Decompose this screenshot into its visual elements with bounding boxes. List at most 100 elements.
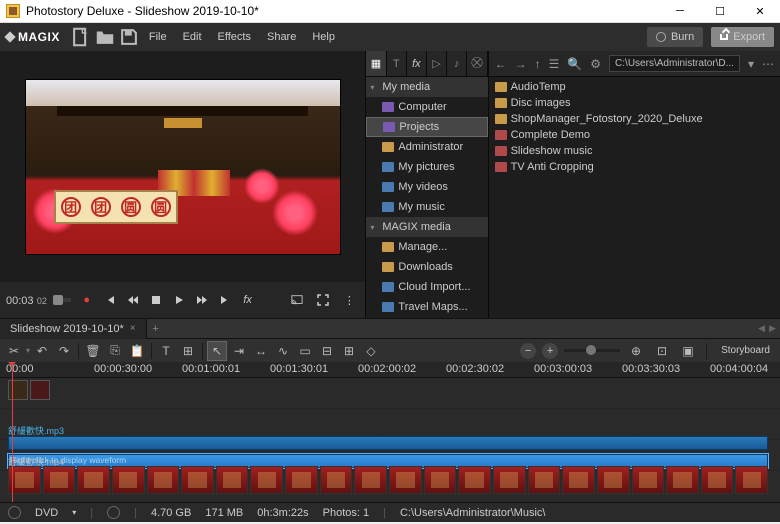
path-more-icon[interactable]: ⋯ xyxy=(762,57,774,71)
browser-item[interactable]: Slideshow music xyxy=(491,143,778,159)
forward-button[interactable] xyxy=(192,290,212,310)
cut-icon[interactable]: ✂ xyxy=(4,341,24,361)
tab-fx-icon[interactable]: fx xyxy=(407,51,427,76)
nav-up-icon[interactable]: ↑ xyxy=(535,57,541,71)
object-tool-icon[interactable]: ▭ xyxy=(295,341,315,361)
timeline-thumb[interactable] xyxy=(389,466,422,494)
new-icon[interactable] xyxy=(70,26,92,48)
tree-node[interactable]: Downloads xyxy=(366,257,487,277)
nav-fwd-icon[interactable]: → xyxy=(515,57,527,71)
timeline-thumb[interactable] xyxy=(493,466,526,494)
timeline-thumb[interactable] xyxy=(528,466,561,494)
zoom-slider[interactable] xyxy=(564,349,620,352)
play-button[interactable] xyxy=(169,290,189,310)
doc-tab[interactable]: Slideshow 2019-10-10*× xyxy=(0,319,147,339)
timeline-thumb[interactable] xyxy=(597,466,630,494)
timeline-thumb[interactable] xyxy=(354,466,387,494)
timeline-thumb[interactable] xyxy=(735,466,768,494)
timeline[interactable]: 00:0000:00:30:0000:01:00:0100:01:30:0100… xyxy=(0,362,780,502)
fx-button[interactable]: fx xyxy=(238,290,258,310)
redo-icon[interactable]: ↷ xyxy=(54,341,74,361)
settings-icon[interactable]: ⋮ xyxy=(339,290,359,310)
zoom-all-icon[interactable]: ▣ xyxy=(678,341,698,361)
minimize-button[interactable]: ─ xyxy=(660,0,700,23)
zoom-obj-icon[interactable]: ⊡ xyxy=(652,341,672,361)
tree-node[interactable]: Travel Maps... xyxy=(366,297,487,317)
stretch-tool-icon[interactable]: ↔ xyxy=(251,341,271,361)
tab-store-icon[interactable]: ⛒ xyxy=(467,51,487,76)
pointer-tool-icon[interactable]: ↖ xyxy=(207,341,227,361)
zoom-out-button[interactable]: − xyxy=(520,343,536,359)
timeline-thumb[interactable] xyxy=(181,466,214,494)
storyboard-toggle[interactable]: Storyboard xyxy=(721,345,770,356)
tree-node[interactable]: Cloud Import... xyxy=(366,277,487,297)
menu-edit[interactable]: Edit xyxy=(176,27,209,47)
menu-file[interactable]: File xyxy=(142,27,174,47)
status-quality-icon[interactable] xyxy=(107,506,120,519)
delete-icon[interactable]: 🗑 xyxy=(83,341,103,361)
tree-node[interactable]: Manage... xyxy=(366,237,487,257)
tree-node[interactable]: ▾My media xyxy=(366,77,487,97)
browser-item[interactable]: Complete Demo xyxy=(491,127,778,143)
tab-nav-next[interactable]: ▶ xyxy=(769,323,776,334)
skip-end-button[interactable] xyxy=(215,290,235,310)
ungroup-icon[interactable]: ⊞ xyxy=(339,341,359,361)
tree-node[interactable]: Administrator xyxy=(366,137,487,157)
clip-thumb[interactable] xyxy=(30,380,50,400)
view-options-icon[interactable]: ☰ xyxy=(549,57,560,71)
timeline-thumb[interactable] xyxy=(43,466,76,494)
timeline-thumb[interactable] xyxy=(77,466,110,494)
preview-monitor[interactable]: 团 团 圆 圆 xyxy=(25,79,341,255)
copy-icon[interactable]: ⎘ xyxy=(105,341,125,361)
browser-item[interactable]: Disc images xyxy=(491,95,778,111)
browser-item[interactable]: TV Anti Cropping xyxy=(491,159,778,175)
grid-tool-icon[interactable]: ⊞ xyxy=(178,341,198,361)
tree-node[interactable]: My videos xyxy=(366,177,487,197)
tab-nav-prev[interactable]: ◀ xyxy=(758,323,765,334)
track-thumbnails[interactable]: 舒緩歡快.mp4 xyxy=(0,466,780,496)
time-ruler[interactable]: 00:0000:00:30:0000:01:00:0100:01:30:0100… xyxy=(0,362,780,378)
search-icon[interactable]: 🔍 xyxy=(567,57,582,71)
timeline-thumb[interactable] xyxy=(701,466,734,494)
timeline-thumb[interactable] xyxy=(216,466,249,494)
timeline-thumb[interactable] xyxy=(250,466,283,494)
tab-title-icon[interactable]: T xyxy=(387,51,407,76)
fullscreen-icon[interactable] xyxy=(313,290,333,310)
close-button[interactable]: ✕ xyxy=(740,0,780,23)
tree-node[interactable]: Computer xyxy=(366,97,487,117)
range-tool-icon[interactable]: ⇥ xyxy=(229,341,249,361)
timeline-thumb[interactable] xyxy=(666,466,699,494)
timeline-thumb[interactable] xyxy=(632,466,665,494)
zoom-fit-icon[interactable]: ⊕ xyxy=(626,341,646,361)
timeline-thumb[interactable] xyxy=(112,466,145,494)
gear-icon[interactable]: ⚙ xyxy=(590,57,601,71)
zoom-in-button[interactable]: + xyxy=(542,343,558,359)
record-button[interactable]: ● xyxy=(77,290,97,310)
tree-node[interactable]: My pictures xyxy=(366,157,487,177)
timeline-thumb[interactable] xyxy=(147,466,180,494)
clip-thumb[interactable] xyxy=(8,380,28,400)
menu-share[interactable]: Share xyxy=(260,27,303,47)
menu-effects[interactable]: Effects xyxy=(211,27,258,47)
track-video-1[interactable] xyxy=(0,380,780,406)
timeline-thumb[interactable] xyxy=(424,466,457,494)
export-button[interactable]: Export xyxy=(711,27,774,47)
burn-button[interactable]: Burn xyxy=(647,27,703,47)
nav-back-icon[interactable]: ← xyxy=(495,57,507,71)
curve-tool-icon[interactable]: ∿ xyxy=(273,341,293,361)
tree-node[interactable]: Slideshow music xyxy=(366,317,487,318)
undo-icon[interactable]: ↶ xyxy=(32,341,52,361)
stop-button[interactable] xyxy=(146,290,166,310)
save-icon[interactable] xyxy=(118,26,140,48)
tree-node[interactable]: Projects xyxy=(366,117,487,137)
paste-icon[interactable]: 📋 xyxy=(127,341,147,361)
path-field[interactable]: C:\Users\Administrator\D... xyxy=(609,55,740,72)
add-tab-button[interactable]: + xyxy=(147,323,165,335)
browser-item[interactable]: ShopManager_Fotostory_2020_Deluxe xyxy=(491,111,778,127)
playhead[interactable] xyxy=(12,362,13,502)
tab-grid-icon[interactable]: ▦ xyxy=(366,51,386,76)
group-icon[interactable]: ⊟ xyxy=(317,341,337,361)
menu-help[interactable]: Help xyxy=(305,27,342,47)
title-tool-icon[interactable]: T xyxy=(156,341,176,361)
timeline-thumb[interactable] xyxy=(320,466,353,494)
